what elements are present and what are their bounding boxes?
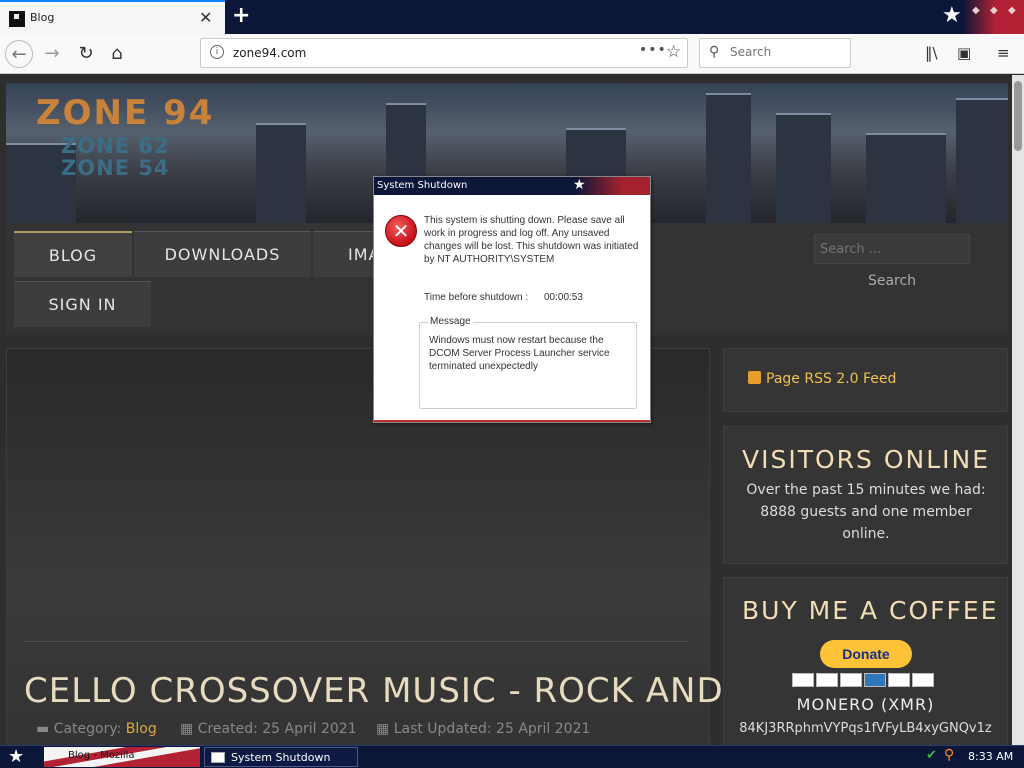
bank-card-icon [912,673,934,687]
logo-sub-2: ZONE 54 [61,156,170,180]
rss-icon [748,371,761,384]
menu-hamburger-icon[interactable]: ≡ [997,44,1010,62]
dialog-message: This system is shutting down. Please sav… [424,215,639,265]
site-search-input[interactable] [815,235,965,263]
message-group: Message Windows must now restart because… [419,316,637,409]
category-label: Category: [53,721,122,737]
page-actions-icon[interactable]: ••• [639,42,667,58]
search-icon: ⚲ [709,44,720,60]
site-search-button[interactable]: Search [858,267,926,295]
site-logo[interactable]: ZONE 94 [36,93,214,133]
message-group-text: Windows must now restart because the DCO… [429,335,610,372]
bookmark-star-icon[interactable]: ☆ [666,42,681,62]
error-icon: ✕ [385,215,417,247]
dialog-bottom-border [374,420,650,422]
desktop: Blog ✕ + ★ ◆ ◆ ◆ ← → ↻ ⌂ i zone94.com ••… [0,0,1024,768]
menu-item-sign-in[interactable]: SIGN IN [14,281,151,327]
menu-item-downloads[interactable]: DOWNLOADS [134,231,311,277]
shutdown-time-label: Time before shutdown : [424,292,529,303]
article-divider [24,641,689,642]
calendar-icon: ▦ [376,721,390,737]
tab-title: Blog [30,11,55,24]
maestro-card-icon [840,673,862,687]
amex-card-icon [864,673,886,687]
shutdown-countdown: 00:00:53 [544,292,583,303]
banner-building [256,123,306,223]
donate-button[interactable]: Donate [820,640,912,668]
system-shutdown-dialog: System Shutdown ★ ✕ This system is shutt… [373,176,651,423]
category-link[interactable]: Blog [126,721,157,737]
start-star-icon[interactable]: ★ [8,746,24,767]
taskbar-item-browser-label[interactable]: Blog - Mozilla [68,750,135,761]
monero-label: MONERO (XMR) [796,695,935,714]
site-search-box[interactable] [814,234,970,264]
coffee-panel: BUY ME A COFFEE Donate MONERO (XMR) 84KJ… [723,577,1008,745]
taskbar: ★ Blog - Mozilla System Shutdown ✔ ⚲ 8:3… [0,745,1024,768]
star-icon: ★ [573,177,586,193]
created-date: Created: 25 April 2021 [197,721,357,737]
dialog-title: System Shutdown [377,180,468,191]
payment-cards [792,672,936,687]
menu-item-blog[interactable]: BLOG [14,231,132,277]
browser-tab-active[interactable]: Blog ✕ [0,0,225,34]
discover-card-icon [888,673,910,687]
minimize-icon[interactable]: ◆ [972,5,980,16]
home-icon[interactable]: ⌂ [103,40,131,68]
folder-icon: ▬ [36,721,50,737]
monero-address[interactable]: 84KJ3RRphmVYPqs1fVFyLB4xyGNQv1z [724,721,1007,736]
sidebar-icon[interactable]: ▣ [957,44,971,62]
browser-search-box[interactable]: ⚲ [699,38,851,68]
library-icon[interactable]: ‖\ [925,44,938,62]
banner-building [956,98,1008,223]
network-tray-icon[interactable]: ✔ [926,748,937,763]
page-scrollbar[interactable] [1012,75,1024,745]
address-bar[interactable]: i zone94.com ••• ☆ [200,38,688,68]
clock[interactable]: 8:33 AM [968,750,1013,763]
message-group-label: Message [428,316,473,327]
navigation-toolbar: ← → ↻ ⌂ i zone94.com ••• ☆ ⚲ ‖\ ▣ ≡ [0,34,1024,74]
visitors-text: Over the past 15 minutes we had: 8888 gu… [746,482,986,542]
window-icon [211,752,225,763]
taskbar-item-browser[interactable]: Blog - Mozilla [44,747,200,767]
coffee-heading: BUY ME A COFFEE [742,596,999,625]
new-tab-icon[interactable]: + [232,3,250,28]
scrollbar-thumb[interactable] [1014,81,1022,151]
article-updated: ▦ Last Updated: 25 April 2021 [376,721,590,737]
banner-building [866,133,946,223]
site-logo-sub: ZONE 62 ZONE 54 [61,135,170,179]
site-info-icon[interactable]: i [210,45,224,59]
visitors-panel: VISITORS ONLINE Over the past 15 minutes… [723,426,1008,564]
banner-building [776,113,831,223]
maximize-icon[interactable]: ◆ [990,5,998,16]
browser-search-input[interactable] [730,45,840,59]
close-tab-icon[interactable]: ✕ [199,8,212,27]
taskbar-item-shutdown[interactable]: System Shutdown [204,747,358,767]
taskbar-item-shutdown-label[interactable]: System Shutdown [231,751,330,764]
star-icon: ★ [942,3,962,28]
rss-label[interactable]: Page RSS 2.0 Feed [766,371,896,387]
rss-panel: Page RSS 2.0 Feed [723,348,1008,412]
back-button-icon[interactable]: ← [5,40,33,68]
site-favicon-icon [9,11,25,27]
visitors-heading: VISITORS ONLINE [742,445,991,474]
search-tray-icon[interactable]: ⚲ [944,747,954,763]
visa-card-icon [792,673,814,687]
dialog-titlebar[interactable]: System Shutdown ★ [374,177,650,195]
updated-date: Last Updated: 25 April 2021 [393,721,591,737]
logo-sub-1: ZONE 62 [61,134,170,158]
rss-link[interactable]: Page RSS 2.0 Feed [748,371,896,387]
menu-item-images[interactable]: IMA [313,231,379,277]
article-category: ▬ Category: Blog [36,721,157,737]
browser-tab-strip: Blog ✕ + ★ ◆ ◆ ◆ [0,0,1024,34]
reload-icon[interactable]: ↻ [72,40,100,68]
calendar-icon: ▦ [180,721,194,737]
mastercard-icon [816,673,838,687]
url-text[interactable]: zone94.com [233,46,306,60]
close-window-icon[interactable]: ◆ [1008,5,1016,16]
banner-building [706,93,751,223]
article-created: ▦ Created: 25 April 2021 [180,721,357,737]
forward-button-icon[interactable]: → [38,40,66,68]
